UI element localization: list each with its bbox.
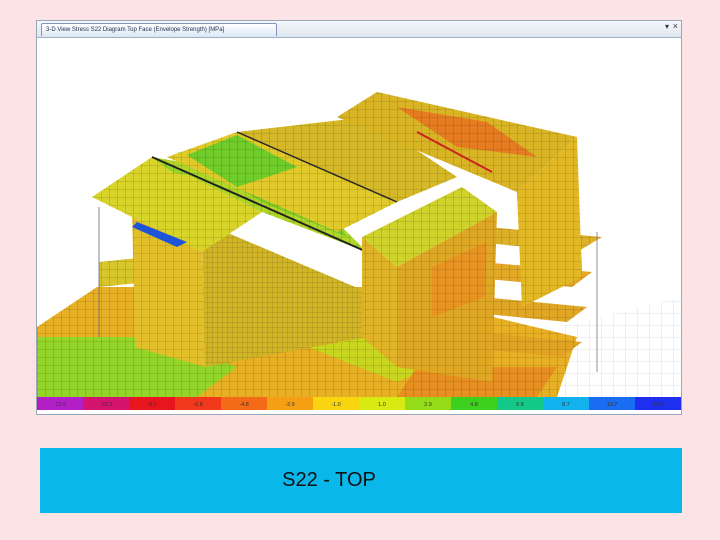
legend-tick-label: 10.7 [607,402,618,408]
legend-tick-label: 1.0 [378,402,386,408]
legend-tick-label: -6.8 [193,402,202,408]
legend-tick-label: 8.7 [562,402,570,408]
legend-tick-label: -12.0 [54,402,67,408]
legend-tick-label: 4.8 [470,402,478,408]
caption-text: S22 - TOP [282,469,376,491]
legend-tick-label: 6.8 [516,402,524,408]
stress-color-legend: -12.0 -10.2 -8.7 -6.8 -4.8 -2.9 -1.0 1.0 2.9 4.8 6… [37,397,681,414]
legend-tick-label: -1.0 [331,402,340,408]
legend-tick-label: -10.2 [100,402,113,408]
close-icon[interactable]: × [673,21,678,31]
stress-view-window: 3-D View Stress S22 Diagram Top Face (En… [36,20,682,415]
legend-tick-label: -4.8 [239,402,248,408]
tab-bar: 3-D View Stress S22 Diagram Top Face (En… [37,21,681,38]
legend-tick-label: -2.9 [285,402,294,408]
legend-tick-label: 2.9 [424,402,432,408]
caption-banner: S22 - TOP [40,448,682,513]
stress-diagram-render [37,92,681,397]
3d-model-viewport[interactable] [37,37,681,397]
tab-3d-view[interactable]: 3-D View Stress S22 Diagram Top Face (En… [41,23,277,36]
legend-tick-label: -8.7 [147,402,156,408]
legend-bar: -12.0 -10.2 -8.7 -6.8 -4.8 -2.9 -1.0 1.0 2.9 4.8 6… [37,397,681,410]
dropdown-icon[interactable]: ▾ [665,22,669,31]
legend-tick-label: 12.6 [653,402,664,408]
